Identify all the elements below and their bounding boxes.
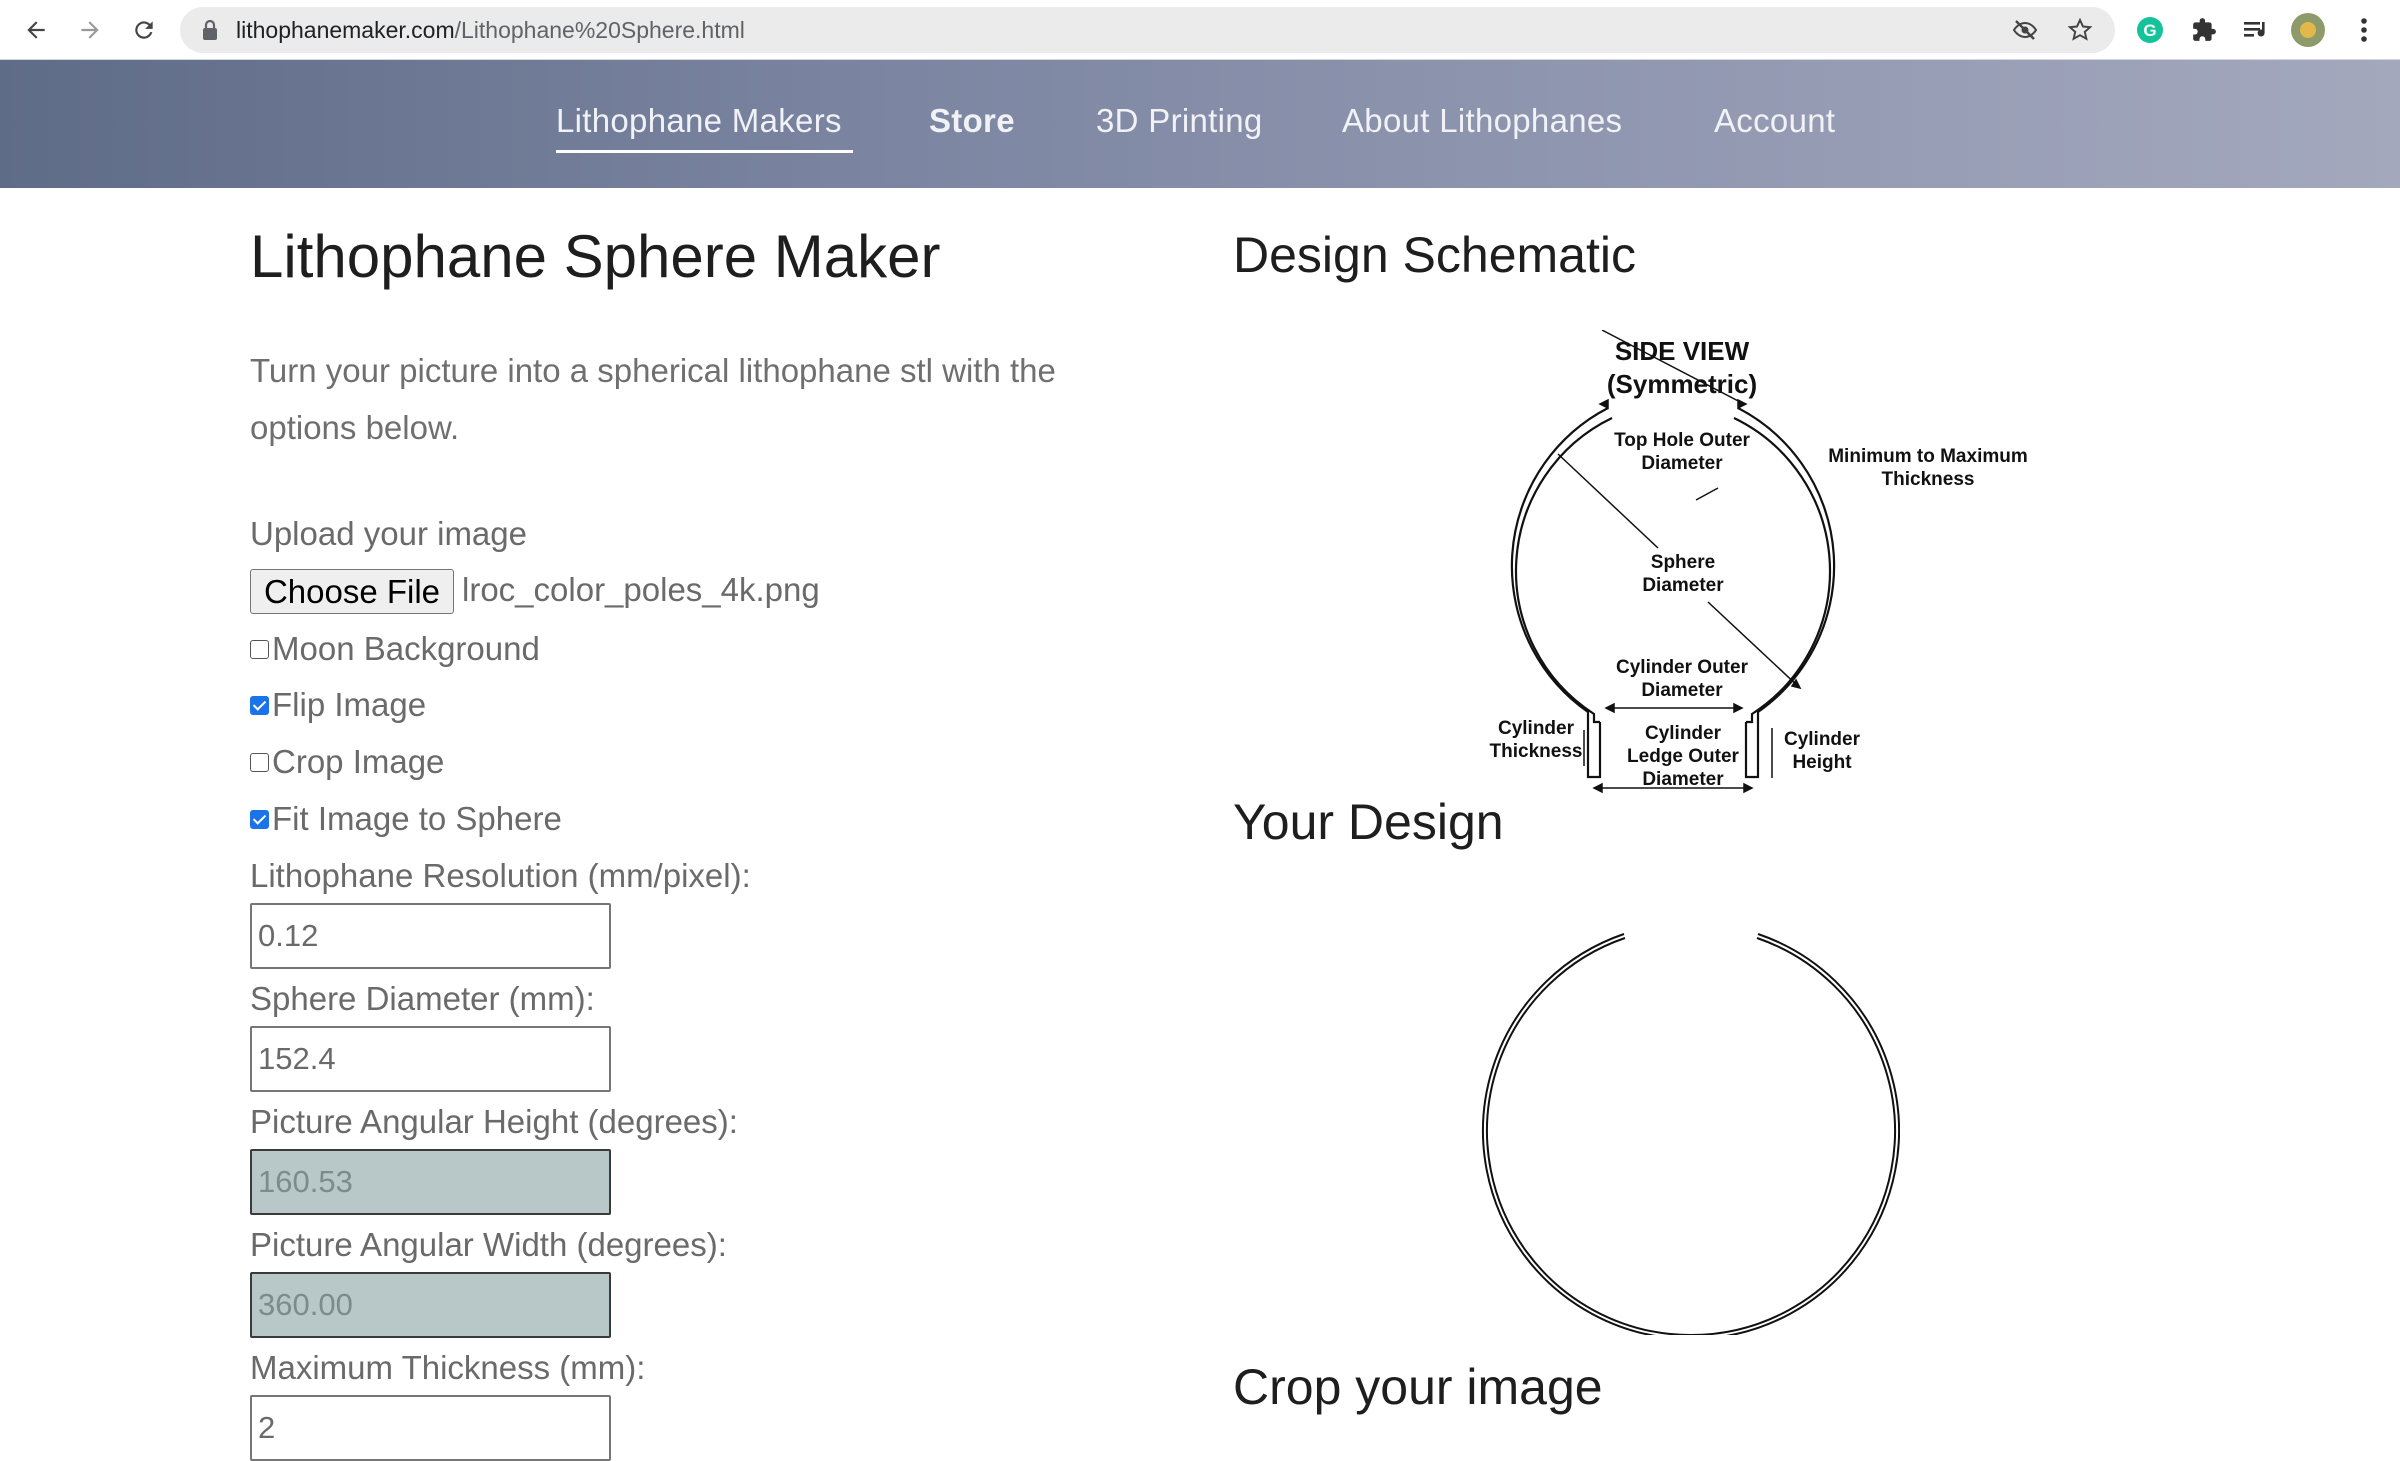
url-text[interactable]: lithophanemaker.com/Lithophane%20Sphere.… bbox=[236, 17, 745, 43]
schematic-top-hole-2: Diameter bbox=[1641, 453, 1723, 474]
resolution-label: Lithophane Resolution (mm/pixel): bbox=[250, 857, 751, 894]
nav-account[interactable]: Account bbox=[1714, 102, 1835, 140]
url-path: /Lithophane%20Sphere.html bbox=[454, 17, 745, 43]
url-host: lithophanemaker.com bbox=[236, 17, 455, 43]
schematic-cyl-height-1: Cylinder bbox=[1784, 729, 1861, 750]
max-thickness-label: Maximum Thickness (mm): bbox=[250, 1349, 646, 1386]
intro-text: Turn your picture into a spherical litho… bbox=[250, 352, 1056, 446]
flip-image-checkbox[interactable] bbox=[250, 695, 269, 715]
puzzle-icon[interactable] bbox=[2186, 12, 2222, 48]
choose-file-button[interactable]: Choose File bbox=[250, 569, 454, 614]
crop-image-option[interactable]: Crop Image bbox=[250, 743, 445, 780]
more-vert-icon[interactable] bbox=[2346, 12, 2382, 48]
schematic-sphere-2: Diameter bbox=[1642, 575, 1724, 596]
schematic-ledge-3: Diameter bbox=[1642, 769, 1724, 790]
browser-toolbar: lithophanemaker.com/Lithophane%20Sphere.… bbox=[0, 0, 2400, 60]
fit-image-label: Fit Image to Sphere bbox=[272, 800, 562, 837]
flip-image-label: Flip Image bbox=[272, 686, 427, 723]
back-arrow-icon[interactable] bbox=[16, 10, 56, 50]
media-queue-icon[interactable] bbox=[2238, 12, 2274, 48]
nav-about-lithophanes[interactable]: About Lithophanes bbox=[1342, 102, 1622, 140]
lock-icon[interactable] bbox=[202, 19, 218, 41]
svg-text:G: G bbox=[2143, 21, 2156, 40]
angular-height-input[interactable]: 160.53 bbox=[250, 1149, 611, 1215]
forward-arrow-icon[interactable] bbox=[70, 10, 110, 50]
address-bar[interactable]: lithophanemaker.com/Lithophane%20Sphere.… bbox=[180, 7, 2115, 53]
nav-active-indicator bbox=[556, 150, 853, 153]
crop-image-label: Crop Image bbox=[272, 743, 445, 780]
flip-image-option[interactable]: Flip Image bbox=[250, 686, 427, 723]
upload-label: Upload your image bbox=[250, 515, 527, 552]
schematic-cyl-height-2: Height bbox=[1792, 752, 1852, 773]
reload-icon[interactable] bbox=[124, 10, 164, 50]
schematic-cyl-thick-2: Thickness bbox=[1490, 741, 1583, 762]
schematic-symmetric: (Symmetric) bbox=[1607, 369, 1757, 399]
schematic-min-max-2: Thickness bbox=[1882, 469, 1975, 490]
design-schematic-diagram: SIDE VIEW (Symmetric) Top Hole Outer Dia… bbox=[1490, 330, 2028, 794]
fit-image-option[interactable]: Fit Image to Sphere bbox=[250, 800, 562, 837]
your-design-preview bbox=[1482, 933, 1900, 1335]
site-header: Lithophane Makers Store 3D Printing Abou… bbox=[0, 60, 2400, 188]
max-thickness-input[interactable]: 2 bbox=[250, 1395, 611, 1461]
schematic-ledge-2: Ledge Outer bbox=[1627, 746, 1740, 767]
schematic-min-max-1: Minimum to Maximum bbox=[1828, 446, 2028, 467]
schematic-top-hole-1: Top Hole Outer bbox=[1614, 430, 1750, 451]
moon-background-option[interactable]: Moon Background bbox=[250, 630, 540, 667]
crop-image-title: Crop your image bbox=[1233, 1359, 1603, 1415]
your-design-title: Your Design bbox=[1233, 794, 1504, 850]
page-title: Lithophane Sphere Maker bbox=[250, 223, 941, 290]
eye-slash-icon[interactable] bbox=[2010, 15, 2040, 45]
schematic-ledge-1: Cylinder bbox=[1645, 723, 1722, 744]
crop-image-checkbox[interactable] bbox=[250, 752, 269, 772]
sphere-diameter-label: Sphere Diameter (mm): bbox=[250, 980, 595, 1017]
nav-store[interactable]: Store bbox=[929, 102, 1015, 140]
schematic-sphere-1: Sphere bbox=[1651, 552, 1715, 573]
nav-lithophane-makers[interactable]: Lithophane Makers bbox=[556, 102, 842, 140]
schematic-cyl-outer-1: Cylinder Outer bbox=[1616, 657, 1749, 678]
sphere-diameter-input[interactable]: 152.4 bbox=[250, 1026, 611, 1092]
selected-file-name: lroc_color_poles_4k.png bbox=[462, 571, 820, 608]
nav-3d-printing[interactable]: 3D Printing bbox=[1096, 102, 1263, 140]
angular-height-label: Picture Angular Height (degrees): bbox=[250, 1103, 738, 1140]
grammarly-icon[interactable]: G bbox=[2132, 12, 2168, 48]
schematic-cyl-thick-1: Cylinder bbox=[1498, 718, 1575, 739]
moon-background-label: Moon Background bbox=[272, 630, 540, 667]
fit-image-checkbox[interactable] bbox=[250, 809, 269, 829]
angular-width-input[interactable]: 360.00 bbox=[250, 1272, 611, 1338]
profile-avatar-icon[interactable] bbox=[2290, 12, 2326, 48]
moon-background-checkbox[interactable] bbox=[250, 639, 269, 659]
schematic-side-view: SIDE VIEW bbox=[1615, 336, 1750, 366]
star-icon[interactable] bbox=[2065, 15, 2095, 45]
resolution-input[interactable]: 0.12 bbox=[250, 903, 611, 969]
design-schematic-title: Design Schematic bbox=[1233, 227, 1636, 283]
schematic-cyl-outer-2: Diameter bbox=[1641, 680, 1723, 701]
angular-width-label: Picture Angular Width (degrees): bbox=[250, 1226, 727, 1263]
